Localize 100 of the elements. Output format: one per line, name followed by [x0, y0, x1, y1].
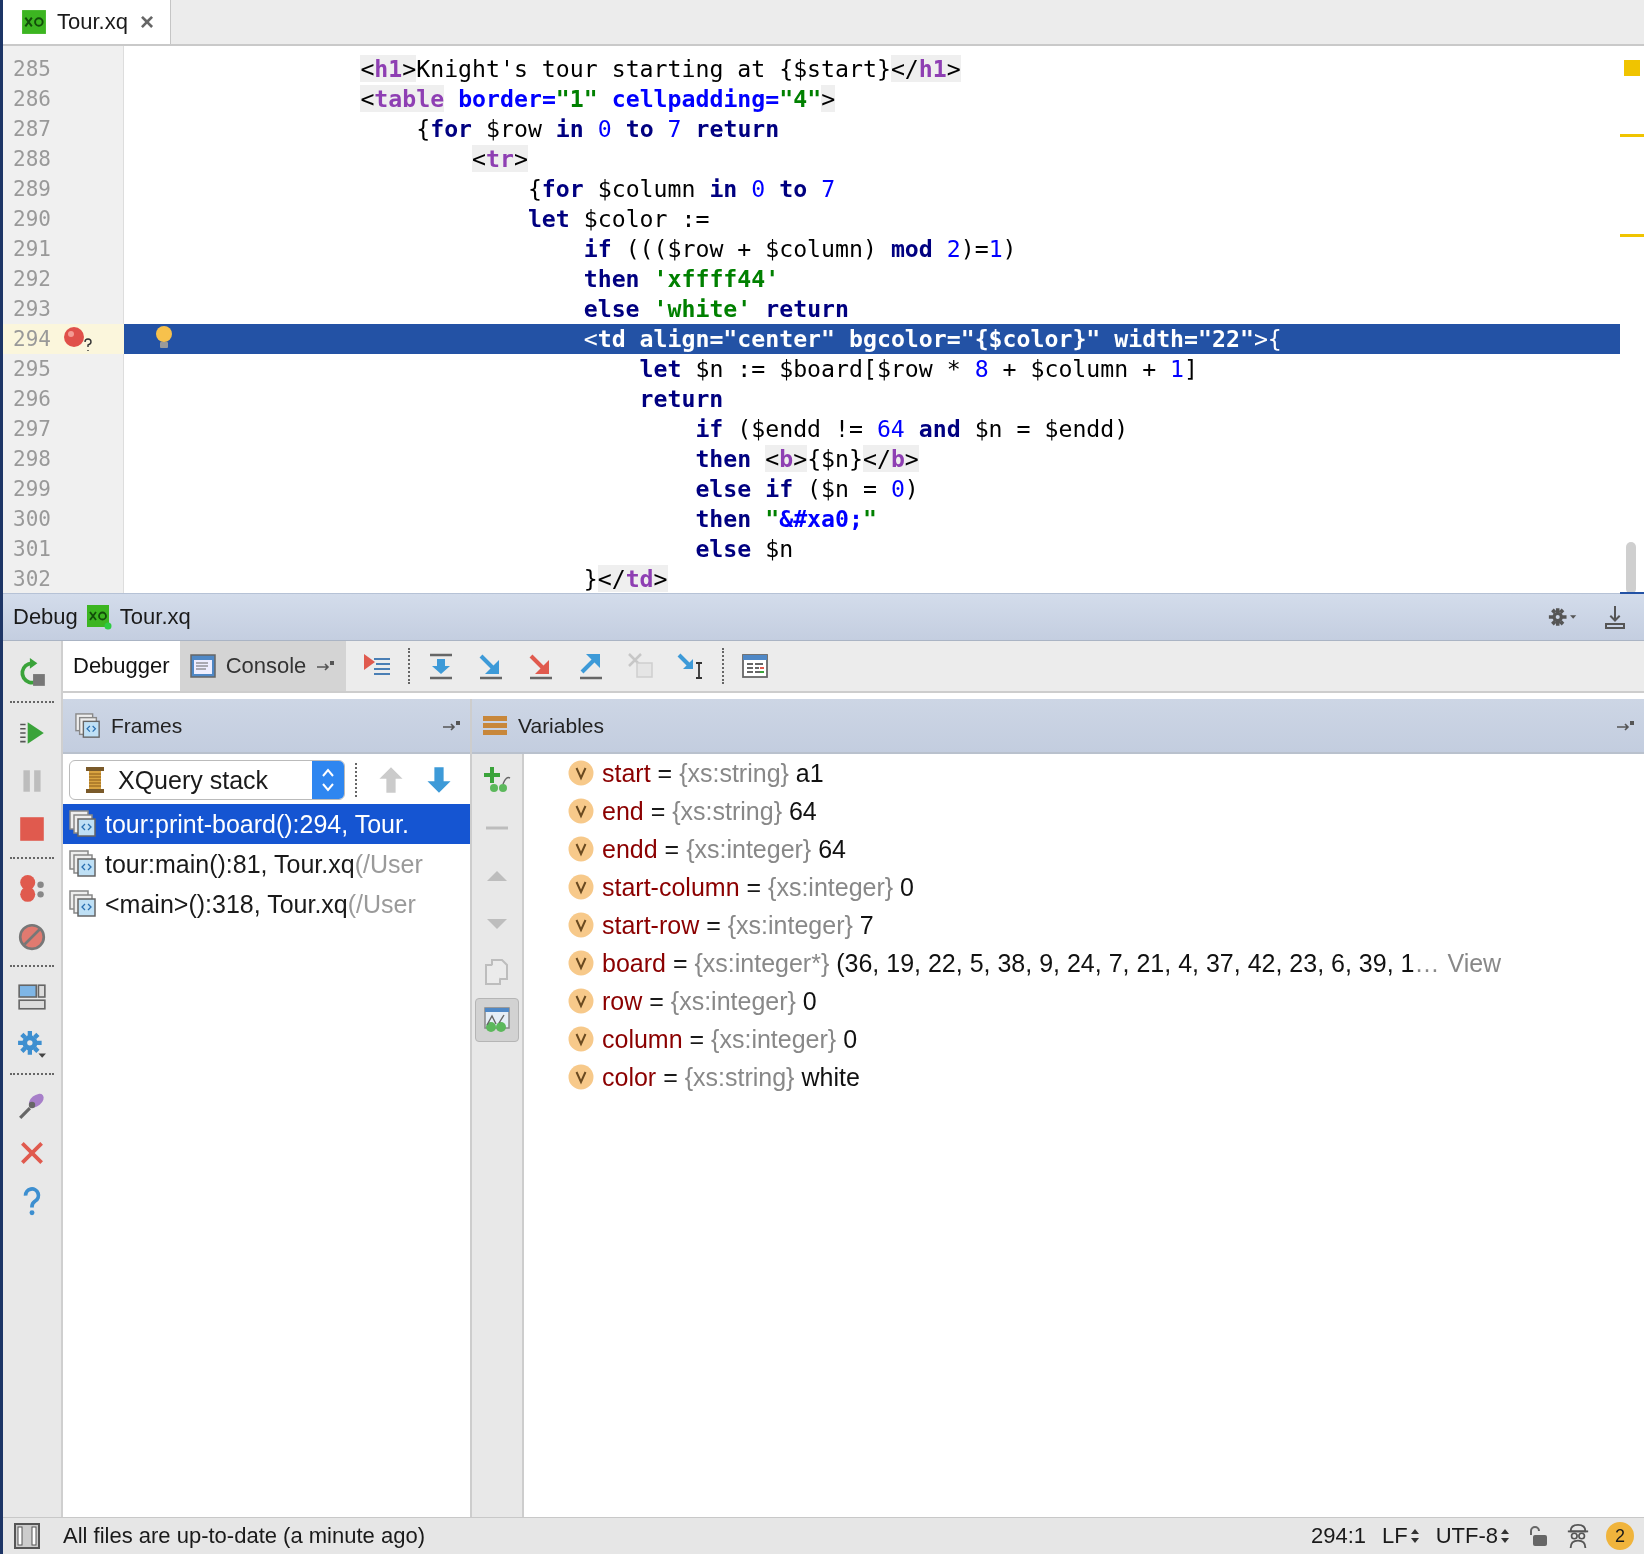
- line-number: 293: [13, 297, 52, 321]
- toggle-button[interactable]: [475, 998, 519, 1042]
- breakpoint-icon[interactable]: [63, 326, 93, 352]
- variable-icon: [568, 1026, 594, 1052]
- line-number: 296: [13, 387, 52, 411]
- session-name: Tour.xq: [119, 604, 191, 630]
- layout-icon[interactable]: [17, 982, 47, 1012]
- code-line: else 'white' return: [583, 294, 849, 324]
- code-line: if ((($row + $column) mod 2)=1): [583, 234, 1017, 264]
- debug-tab[interactable]: Console: [179, 641, 347, 691]
- close-tab-button[interactable]: ×: [137, 8, 156, 36]
- line-number: 298: [13, 447, 52, 471]
- scrollbar-thumb[interactable]: [1626, 542, 1636, 594]
- watches-icon[interactable]: [482, 1005, 512, 1035]
- file-type-icon: [21, 9, 47, 35]
- variable-icon: [568, 798, 594, 824]
- code-line: <tr>: [472, 144, 528, 174]
- stack-frame[interactable]: tour:main():81, Tour.xq(/User: [63, 844, 470, 884]
- line-number: 287: [13, 117, 52, 141]
- line-number: 285: [13, 57, 52, 81]
- code-line: <td align="center" bgcolor="{$color}" width="22">{: [583, 324, 1282, 354]
- code-line: }</td>: [583, 564, 668, 594]
- line-number: 292: [13, 267, 52, 291]
- panel-title: Debug: [13, 604, 78, 630]
- panel-title: Frames: [111, 713, 183, 738]
- spool-icon: [84, 766, 106, 794]
- settings-icon[interactable]: [1548, 605, 1578, 629]
- line-number: 289: [13, 177, 52, 201]
- add-icon[interactable]: [482, 765, 512, 795]
- code-line: if ($endd != 64 and $n = $endd): [695, 414, 1129, 444]
- line-number: 294: [13, 327, 52, 351]
- line-number: 297: [13, 417, 52, 441]
- line-number: 291: [13, 237, 52, 261]
- stack-frame[interactable]: <main>():318, Tour.xq(/User: [63, 884, 470, 924]
- line-separator[interactable]: LF: [1382, 1523, 1408, 1549]
- variable-icon: [568, 1064, 594, 1090]
- hide-panel-icon[interactable]: [1616, 718, 1636, 733]
- caret-position[interactable]: 294:1: [1310, 1523, 1366, 1549]
- frame-icon: [69, 810, 97, 838]
- variable-icon: [568, 988, 594, 1014]
- file-type-icon: [85, 604, 112, 630]
- variable-entry[interactable]: board = {xs:integer*} (36, 19, 22, 5, 38, 9, 24, 7, 21, 4, 37, 42, 23, 6, 39, 1…: [602, 948, 1440, 978]
- caret-marker: [1620, 592, 1644, 594]
- warning-marker[interactable]: [1624, 60, 1640, 76]
- frames-icon: [75, 712, 101, 739]
- tab-label: Tour.xq: [57, 9, 128, 35]
- code-line: <h1>Knight's tour starting at {$start}</h1>: [360, 54, 961, 84]
- line-number: 290: [13, 207, 52, 231]
- notification-badge[interactable]: 2: [1606, 1522, 1634, 1550]
- line-number: 300: [13, 507, 52, 531]
- stack-dropdown[interactable]: XQuery stack: [69, 760, 345, 800]
- inspector-icon[interactable]: [1566, 1523, 1590, 1549]
- variable-entry[interactable]: column = {xs:integer} 0: [602, 1024, 858, 1054]
- hide-panel-icon[interactable]: [316, 659, 337, 673]
- code-line: else if ($n = 0): [695, 474, 919, 504]
- console-icon: [189, 653, 216, 679]
- lightbulb-icon[interactable]: [154, 325, 174, 351]
- code-line: then 'xffff44': [583, 264, 780, 294]
- frame-icon: [69, 850, 97, 878]
- variable-icon: [568, 836, 594, 862]
- settings-icon[interactable]: [17, 1030, 47, 1060]
- code-line: return: [639, 384, 724, 414]
- encoding[interactable]: UTF-8: [1435, 1523, 1498, 1549]
- variable-entry[interactable]: start = {xs:string} a1: [602, 758, 824, 788]
- variable-entry[interactable]: endd = {xs:integer} 64: [602, 834, 846, 864]
- code-line: {for $row in 0 to 7 return: [416, 114, 780, 144]
- tool-windows-icon[interactable]: [13, 1522, 41, 1550]
- mute-icon[interactable]: [17, 922, 47, 952]
- variable-icon: [568, 950, 594, 976]
- stepper-icon[interactable]: [312, 761, 344, 799]
- variable-icon: [568, 874, 594, 900]
- code-line: <table border="1" cellpadding="4">: [360, 84, 836, 114]
- code-line: let $n := $board[$row * 8 + $column + 1]: [639, 354, 1199, 384]
- frame-icon: [69, 890, 97, 918]
- hide-panel-icon[interactable]: [442, 718, 462, 733]
- code-line: then <b>{$n}</b>: [695, 444, 919, 474]
- code-line: then "&#xa0;": [695, 504, 877, 534]
- line-number: 299: [13, 477, 52, 501]
- variable-icon: [568, 912, 594, 938]
- variable-entry[interactable]: end = {xs:string} 64: [602, 796, 817, 826]
- stop-icon[interactable]: [17, 814, 47, 844]
- variable-entry[interactable]: color = {xs:string} white: [602, 1062, 860, 1092]
- stack-frame[interactable]: tour:print-board():294, Tour.: [63, 804, 470, 844]
- view-link[interactable]: View: [1447, 948, 1502, 978]
- line-number: 302: [13, 567, 52, 591]
- variable-entry[interactable]: start-column = {xs:integer} 0: [602, 872, 914, 902]
- warning-marker[interactable]: [1620, 134, 1644, 137]
- line-number: 286: [13, 87, 52, 111]
- evaluate-icon[interactable]: [740, 651, 771, 681]
- code-line: else $n: [695, 534, 794, 564]
- warning-marker[interactable]: [1620, 234, 1644, 237]
- code-line: {for $column in 0 to 7: [527, 174, 836, 204]
- debug-tab[interactable]: Debugger: [63, 641, 180, 691]
- editor-tab[interactable]: Tour.xq ×: [3, 0, 171, 44]
- panel-title: Variables: [518, 713, 604, 738]
- variable-entry[interactable]: row = {xs:integer} 0: [602, 986, 817, 1016]
- variable-entry[interactable]: start-row = {xs:integer} 7: [602, 910, 874, 940]
- breakpoints-icon[interactable]: [17, 874, 47, 904]
- line-number: 288: [13, 147, 52, 171]
- line-number: 295: [13, 357, 52, 381]
